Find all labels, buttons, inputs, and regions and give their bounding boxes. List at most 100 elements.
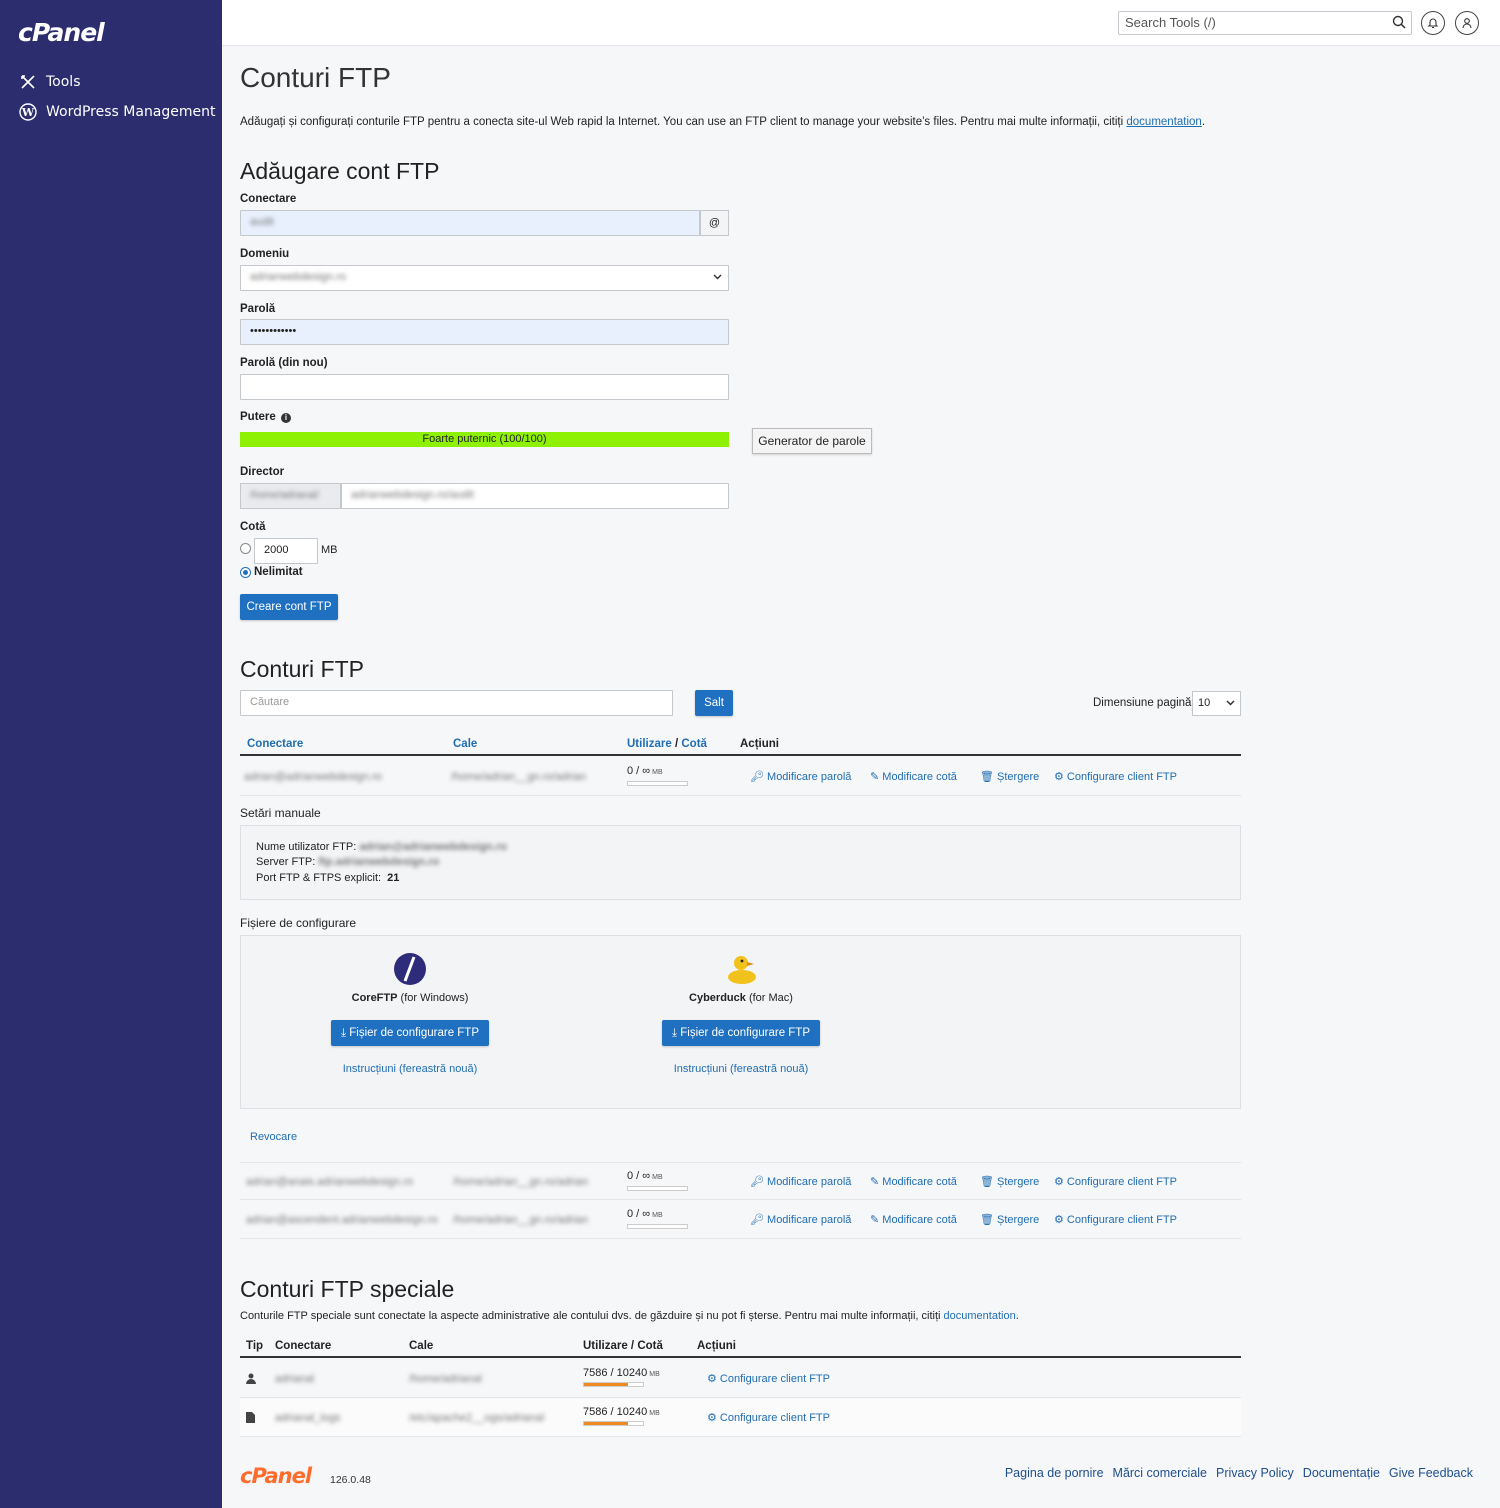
table-row: adrianal_logs /etc/apache2__ogs/adrianal…: [240, 1399, 1241, 1437]
domain-select[interactable]: adrianwebdesign.ro: [240, 265, 729, 291]
footer-link-feedback[interactable]: Give Feedback: [1389, 1466, 1473, 1480]
ftp-server-label: Server FTP:: [256, 856, 316, 868]
login-input[interactable]: audit: [240, 210, 700, 236]
slash: /: [674, 738, 679, 750]
configure-client-link[interactable]: ⚙ Configurare client FTP: [1054, 1213, 1177, 1226]
row-usage: 7586 / 10240 MB: [583, 1406, 660, 1418]
configure-client-link[interactable]: ⚙ Configurare client FTP: [707, 1372, 830, 1385]
accounts-search-placeholder: Căutare: [250, 696, 290, 708]
action-label: Modificare cotă: [882, 771, 957, 783]
cyberduck-instructions-link[interactable]: Instrucțiuni (fereastră nouă): [641, 1063, 841, 1075]
quota-label: Cotă: [240, 521, 266, 533]
cyberduck-logo-icon: [725, 950, 759, 989]
change-password-link[interactable]: 🔑︎ Modificare parolă: [750, 1175, 851, 1188]
row-path: /home/adrian__gn.ro/adrian: [451, 771, 587, 783]
cpanel-logo[interactable]: cPanel: [18, 18, 105, 47]
key-icon: 🔑︎: [750, 1214, 768, 1226]
key-icon: 🔑︎: [750, 771, 768, 783]
footer-link-home[interactable]: Pagina de pornire: [1005, 1466, 1104, 1480]
svg-text:W: W: [21, 106, 35, 119]
accounts-search-input[interactable]: Căutare: [240, 690, 673, 716]
coreftp-config-download-button[interactable]: ⤓ Fișier de configurare FTP: [331, 1020, 489, 1046]
page-size-select[interactable]: 10: [1192, 691, 1241, 716]
user-icon: [246, 1373, 256, 1387]
revoke-link[interactable]: Revocare: [250, 1131, 297, 1143]
search-icon: [1392, 15, 1406, 32]
cyberduck-config-download-button[interactable]: ⤓ Fișier de configurare FTP: [662, 1020, 820, 1046]
action-label: Ștergere: [997, 1176, 1040, 1188]
sidebar-item-tools[interactable]: Tools: [18, 70, 81, 94]
sort-path-header[interactable]: Cale: [453, 738, 477, 750]
action-label: Modificare parolă: [767, 771, 852, 783]
usage-value: 0 / ∞: [627, 1208, 651, 1220]
search-go-button[interactable]: Salt: [695, 690, 733, 716]
password-input[interactable]: ••••••••••••: [240, 319, 729, 345]
password-again-label: Parolă (din nou): [240, 357, 328, 369]
special-table-header: Tip Conectare Cale Utilizare / Cotă Acți…: [240, 1336, 1241, 1358]
client-name: Cyberduck: [689, 992, 746, 1004]
strength-label-text: Putere: [240, 411, 276, 423]
change-password-link[interactable]: 🔑︎ Modificare parolă: [750, 770, 851, 783]
footer-link-trademarks[interactable]: Mărci comerciale: [1113, 1466, 1207, 1480]
directory-input[interactable]: adrianwebdesign.ro/audit: [341, 483, 729, 509]
change-quota-link[interactable]: ✎ Modificare cotă: [870, 770, 957, 783]
change-quota-link[interactable]: ✎ Modificare cotă: [870, 1175, 957, 1188]
intro-end: .: [1201, 116, 1206, 128]
quota-unlimited-radio[interactable]: [240, 567, 251, 578]
gear-icon: ⚙: [707, 1373, 720, 1385]
action-label: Configurare client FTP: [1066, 1214, 1177, 1226]
delete-link[interactable]: 🗑︎ Ștergere: [980, 1213, 1039, 1226]
directory-label: Director: [240, 466, 285, 478]
special-documentation-link[interactable]: documentation: [944, 1310, 1016, 1322]
row-login: adrian@ascendent.adrianwebdesign.ro: [246, 1214, 438, 1226]
footer-link-privacy[interactable]: Privacy Policy: [1216, 1466, 1294, 1480]
coreftp-instructions-link[interactable]: Instrucțiuni (fereastră nouă): [310, 1063, 510, 1075]
password-again-input[interactable]: [240, 374, 729, 400]
row-login: adrianal: [275, 1373, 315, 1385]
documentation-link[interactable]: documentation: [1126, 116, 1201, 128]
create-ftp-account-button[interactable]: Creare cont FTP: [240, 594, 338, 620]
quota-unit: MB: [321, 544, 338, 556]
usage-bar-fill: [584, 1383, 628, 1386]
domain-label: Domeniu: [240, 248, 290, 260]
ftp-port-value: 21: [387, 872, 400, 884]
info-icon[interactable]: i: [281, 413, 291, 423]
manual-settings-panel: Nume utilizator FTP: adrian@adrianwebdes…: [240, 825, 1241, 900]
tools-icon: [18, 72, 38, 92]
usage-quota-header: Utilizare / Cotă: [583, 1340, 663, 1352]
user-account-icon[interactable]: [1455, 11, 1479, 35]
configure-client-link[interactable]: ⚙ Configurare client FTP: [707, 1411, 830, 1424]
special-desc-end: .: [1015, 1310, 1019, 1322]
footer-links: Pagina de pornire Mărci comerciale Priva…: [1005, 1466, 1473, 1480]
usage-bar: [583, 1421, 644, 1426]
sidebar-item-wordpress[interactable]: W WordPress Management: [18, 100, 216, 124]
delete-link[interactable]: 🗑︎ Ștergere: [980, 1175, 1039, 1188]
sort-usage-header[interactable]: Utilizare: [627, 738, 672, 750]
usage-value: 7586 / 10240: [583, 1406, 648, 1418]
quota-input[interactable]: 2000: [254, 538, 318, 564]
configure-client-link[interactable]: ⚙ Configurare client FTP: [1054, 770, 1177, 783]
sidebar: cPanel Tools W WordPress Management: [0, 0, 222, 1508]
change-quota-link[interactable]: ✎ Modificare cotă: [870, 1213, 957, 1226]
quota-limited-radio[interactable]: [240, 543, 251, 554]
page-size-value: 10: [1198, 697, 1211, 709]
usage-bar: [627, 1186, 688, 1191]
delete-link[interactable]: 🗑︎ Ștergere: [980, 770, 1039, 783]
footer-link-documentation[interactable]: Documentație: [1303, 1466, 1380, 1480]
ftp-server-value: ftp.adrianwebdesign.ro: [318, 856, 440, 868]
trash-icon: 🗑︎: [980, 771, 998, 783]
password-value: ••••••••••••: [250, 325, 297, 337]
usage-unit: MB: [652, 1174, 663, 1181]
login-label: Conectare: [240, 193, 297, 205]
page-title: Conturi FTP: [240, 62, 391, 93]
password-generator-button[interactable]: Generator de parole: [752, 428, 872, 454]
change-password-link[interactable]: 🔑︎ Modificare parolă: [750, 1213, 851, 1226]
search-tools-input[interactable]: Search Tools (/): [1118, 11, 1412, 35]
ftp-port-line: Port FTP & FTPS explicit: 21: [256, 872, 399, 884]
gear-icon: ⚙: [1054, 1176, 1067, 1188]
notifications-icon[interactable]: [1421, 11, 1445, 35]
strength-label: Putere i: [240, 411, 291, 423]
sort-quota-header[interactable]: Cotă: [681, 738, 707, 750]
configure-client-link[interactable]: ⚙ Configurare client FTP: [1054, 1175, 1177, 1188]
sort-login-header[interactable]: Conectare: [247, 738, 303, 750]
